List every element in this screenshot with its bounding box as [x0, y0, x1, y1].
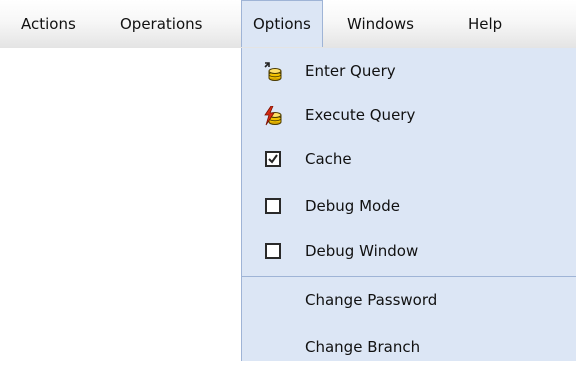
menu-item-label: Debug Window	[305, 242, 419, 260]
options-dropdown-menu: Enter Query Execute Query Cache Debug Mo…	[241, 48, 576, 361]
menu-actions[interactable]: Actions	[10, 0, 87, 48]
menu-bar: Actions Operations Options Windows Help	[0, 0, 576, 48]
debug-mode-checkbox[interactable]	[265, 198, 281, 214]
execute-query-icon	[264, 106, 282, 126]
menu-item-change-password[interactable]: Change Password	[242, 280, 576, 320]
menu-item-debug-window[interactable]: Debug Window	[242, 231, 576, 271]
checkmark-icon	[268, 154, 278, 164]
menu-item-label: Debug Mode	[305, 197, 400, 215]
menu-item-change-branch[interactable]: Change Branch	[242, 327, 576, 367]
menu-operations[interactable]: Operations	[109, 0, 213, 48]
debug-window-checkbox[interactable]	[265, 243, 281, 259]
menu-item-execute-query[interactable]: Execute Query	[242, 95, 576, 135]
menu-separator	[242, 276, 576, 277]
menu-item-label: Change Branch	[305, 338, 421, 356]
menu-item-cache[interactable]: Cache	[242, 139, 576, 179]
enter-query-icon	[264, 62, 282, 81]
menu-options[interactable]: Options	[241, 0, 323, 47]
menu-item-debug-mode[interactable]: Debug Mode	[242, 186, 576, 226]
menu-item-label: Enter Query	[305, 62, 396, 80]
menu-item-label: Change Password	[305, 291, 438, 309]
menu-help[interactable]: Help	[457, 0, 513, 48]
menu-item-enter-query[interactable]: Enter Query	[242, 51, 576, 91]
menu-item-label: Cache	[305, 150, 352, 168]
cache-checkbox[interactable]	[265, 151, 281, 167]
menu-windows[interactable]: Windows	[336, 0, 425, 48]
menu-item-label: Execute Query	[305, 106, 416, 124]
